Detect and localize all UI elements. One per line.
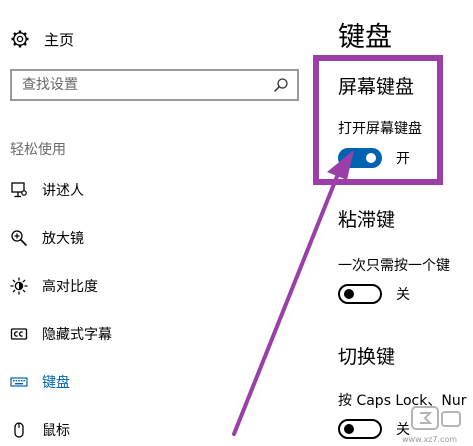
sidebar-item-closed-captions[interactable]: 隐藏式字幕	[10, 322, 112, 346]
sidebar-item-label: 隐藏式字幕	[42, 327, 112, 343]
toggle-state-text: 开	[396, 151, 410, 167]
sidebar-item-label: 键盘	[42, 375, 70, 391]
toggle-keys-toggle[interactable]	[338, 419, 382, 439]
sidebar-item-keyboard[interactable]: 键盘	[10, 370, 70, 394]
mouse-icon	[14, 422, 24, 438]
high-contrast-icon	[10, 277, 28, 295]
gear-icon	[11, 30, 29, 48]
sticky-keys-toggle[interactable]	[338, 284, 382, 304]
settings-window: 主页 轻松使用 讲述人	[0, 0, 473, 446]
page-title: 键盘	[338, 22, 392, 53]
toggle-row-toggle-keys: 关	[338, 418, 410, 440]
sidebar-item-narrator[interactable]: 讲述人	[10, 178, 84, 202]
on-screen-keyboard-toggle[interactable]	[338, 148, 382, 168]
group-title-sticky-keys: 粘滞键	[338, 209, 396, 231]
watermark-icon	[411, 406, 461, 430]
search-icon[interactable]	[273, 77, 289, 93]
group-title-on-screen-keyboard: 屏幕键盘	[338, 76, 415, 98]
sidebar-item-label: 放大镜	[42, 231, 84, 247]
sidebar-home[interactable]: 主页	[10, 27, 74, 51]
narrator-icon	[11, 182, 27, 198]
sidebar-item-label: 讲述人	[42, 183, 84, 199]
keyboard-icon	[10, 377, 28, 387]
sidebar-item-high-contrast[interactable]: 高对比度	[10, 274, 98, 298]
search-box	[10, 69, 299, 101]
watermark-logo: www.xz7.com	[402, 404, 468, 444]
sidebar-item-label: 鼠标	[42, 423, 70, 439]
sidebar-item-label: 高对比度	[42, 279, 98, 295]
setting-label-sticky-keys: 一次只需按一个键	[338, 258, 450, 274]
toggle-knob	[344, 424, 354, 434]
magnifier-icon	[11, 230, 27, 246]
main-content: 键盘 屏幕键盘 打开屏幕键盘 开 粘滞键 一次只需按一个键 关 切换键 按 Ca…	[320, 0, 473, 446]
toggle-row-on-screen-keyboard: 开	[338, 147, 410, 169]
setting-label-on-screen-keyboard: 打开屏幕键盘	[338, 121, 422, 137]
toggle-row-sticky-keys: 关	[338, 283, 410, 305]
sidebar-item-magnifier[interactable]: 放大镜	[10, 226, 84, 250]
watermark-text: www.xz7.com	[402, 435, 458, 444]
sidebar-home-label: 主页	[44, 30, 75, 49]
toggle-knob	[366, 153, 376, 163]
search-input[interactable]	[12, 72, 273, 98]
toggle-knob	[344, 289, 354, 299]
group-title-toggle-keys: 切换键	[338, 346, 396, 368]
closed-captions-icon	[10, 328, 28, 340]
toggle-state-text: 关	[396, 287, 410, 303]
section-label-ease-of-access: 轻松使用	[10, 142, 66, 158]
sidebar: 主页 轻松使用 讲述人	[0, 0, 320, 446]
sidebar-item-mouse[interactable]: 鼠标	[10, 418, 70, 442]
